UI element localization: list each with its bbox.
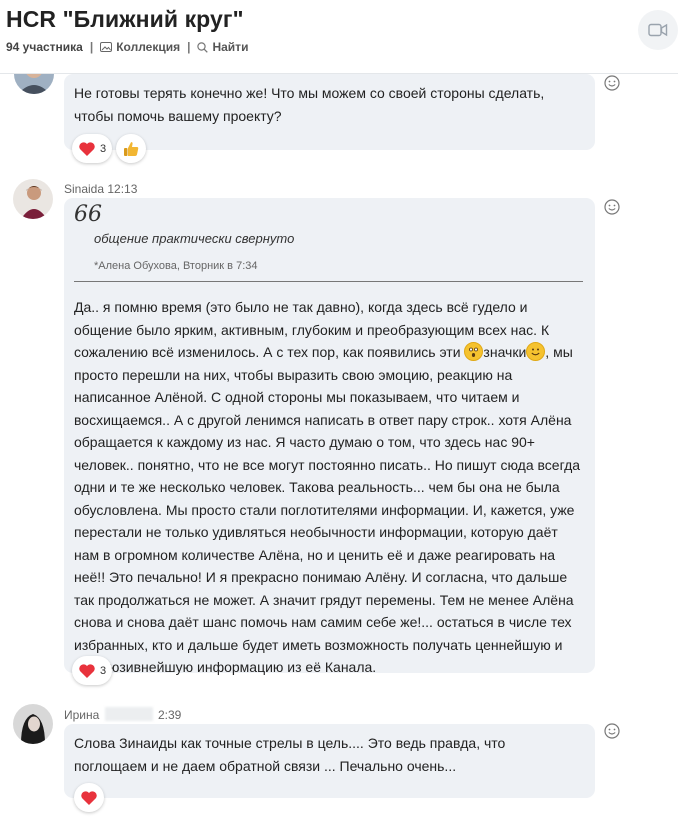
message-bubble[interactable]: 66 общение практически свернуто *Алена О… xyxy=(64,198,595,675)
video-call-button[interactable] xyxy=(638,10,678,50)
message-text: Не готовы терять конечно же! Что мы може… xyxy=(74,85,545,124)
thumbs-up-icon xyxy=(124,141,139,156)
surprised-emoji-icon xyxy=(464,342,484,361)
message-text-part: значки xyxy=(483,344,527,360)
message-header: Ирина 2:39 xyxy=(64,707,181,722)
quote-text: общение практически свернуто xyxy=(94,231,295,246)
reactions-bar xyxy=(74,783,104,812)
add-reaction-icon[interactable] xyxy=(603,198,621,216)
reactions-bar: 3 xyxy=(72,656,113,685)
collection-link[interactable]: Коллекция xyxy=(100,40,180,54)
message-time: 2:39 xyxy=(158,708,182,722)
heart-icon xyxy=(79,663,95,678)
quote-divider xyxy=(74,281,583,282)
redacted-name xyxy=(104,707,153,721)
message-bubble[interactable]: Слова Зинаиды как точные стрелы в цель..… xyxy=(64,724,595,798)
reaction-heart[interactable]: 3 xyxy=(72,656,113,685)
participants-count[interactable]: 94 участника xyxy=(6,40,83,54)
smile-emoji-icon xyxy=(526,342,546,361)
video-camera-icon xyxy=(648,23,668,37)
chat-meta: 94 участника | Коллекция | Найти xyxy=(6,40,248,54)
reaction-heart[interactable]: 3 xyxy=(72,134,113,163)
find-link[interactable]: Найти xyxy=(197,40,248,54)
avatar[interactable] xyxy=(13,179,53,219)
meta-separator: | xyxy=(89,40,94,54)
heart-icon xyxy=(79,141,95,156)
find-label: Найти xyxy=(212,40,249,54)
author-name[interactable]: Sinaida xyxy=(64,182,104,196)
quote-author: *Алена Обухова, Вторник в 7:34 xyxy=(94,260,258,272)
chat-title: HCR "Ближний круг" xyxy=(6,6,244,32)
reactions-bar: 3 xyxy=(72,134,147,163)
heart-icon xyxy=(81,790,97,805)
chat-header: HCR "Ближний круг" 94 участника | Коллек… xyxy=(0,0,678,74)
avatar[interactable] xyxy=(14,74,54,94)
avatar[interactable] xyxy=(13,704,53,744)
quote-icon: 66 xyxy=(74,202,102,227)
author-name[interactable]: Ирина xyxy=(64,708,99,722)
add-reaction-icon[interactable] xyxy=(603,722,621,740)
search-icon xyxy=(197,41,209,53)
add-reaction-icon[interactable] xyxy=(603,74,621,92)
message-text: Слова Зинаиды как точные стрелы в цель..… xyxy=(74,735,506,774)
message-time: 12:13 xyxy=(107,182,138,196)
message-header: Sinaida 12:13 xyxy=(64,182,137,196)
reaction-thumbs-up[interactable] xyxy=(116,134,147,163)
gallery-icon xyxy=(100,42,113,52)
reaction-count: 3 xyxy=(100,664,107,677)
meta-separator: | xyxy=(187,40,191,54)
message-text: Да.. я помню время (это было не так давн… xyxy=(74,296,583,679)
chat-area[interactable]: Не готовы терять конечно же! Что мы може… xyxy=(0,74,678,820)
collection-label: Коллекция xyxy=(116,40,181,54)
message-text-part: , мы просто перешли на них, чтобы вырази… xyxy=(74,344,581,675)
reaction-heart[interactable] xyxy=(74,783,104,812)
reaction-count: 3 xyxy=(100,142,107,155)
